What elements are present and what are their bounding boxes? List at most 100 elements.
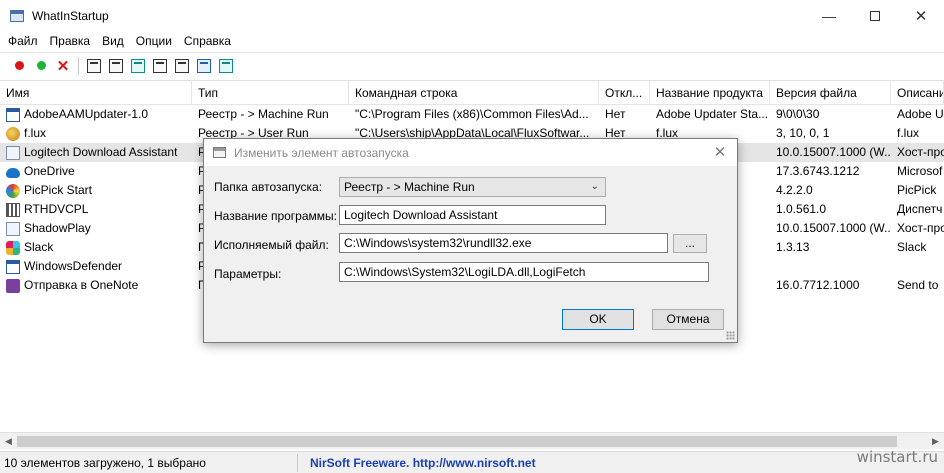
cell-name: ShadowPlay <box>0 219 192 238</box>
toolbar: ✕ <box>0 52 944 78</box>
disable-button[interactable] <box>30 55 52 77</box>
cell-description <box>891 257 944 276</box>
column-header-name[interactable]: Имя <box>0 81 192 105</box>
ok-button[interactable]: OK <box>562 309 634 330</box>
exit-icon <box>219 58 233 73</box>
pick-icon <box>6 183 20 198</box>
minimize-button[interactable]: — <box>806 0 852 31</box>
properties-button[interactable] <box>83 55 105 77</box>
search-button[interactable] <box>193 55 215 77</box>
delete-button[interactable]: ✕ <box>52 55 74 77</box>
program-name-label: Название программы: <box>214 209 337 223</box>
cell-version: 4.2.2.0 <box>776 183 813 197</box>
close-button[interactable]: ✕ <box>898 0 944 31</box>
executable-label: Исполняемый файл: <box>214 238 329 252</box>
exit-button[interactable] <box>215 55 237 77</box>
cell-version: 1.3.13 <box>776 240 810 254</box>
status-bar: 10 элементов загружено, 1 выбрано NirSof… <box>0 451 944 473</box>
delete-icon: ✕ <box>56 57 70 75</box>
maximize-button[interactable] <box>852 0 898 31</box>
cell-name: f.lux <box>0 124 192 143</box>
properties-icon <box>87 58 101 73</box>
column-header-description[interactable]: Описание <box>891 81 944 105</box>
cell-name: RTHDVCPL <box>0 200 192 219</box>
watermark: winstart.ru <box>856 448 938 466</box>
menu-options[interactable]: Опции <box>130 34 178 48</box>
column-header-version[interactable]: Версия файла <box>770 81 891 105</box>
scroll-thumb[interactable] <box>17 436 897 447</box>
cell-name: PicPick Start <box>0 181 192 200</box>
doc-icon <box>6 145 20 160</box>
parameters-label: Параметры: <box>214 267 282 281</box>
disable-icon <box>36 61 46 70</box>
refresh-icon <box>131 58 145 73</box>
scroll-left-icon[interactable]: ◀ <box>0 433 17 450</box>
column-header-disabled[interactable]: Откл... <box>599 81 650 105</box>
executable-field[interactable]: C:\Windows\system32\rundll32.exe <box>339 233 668 253</box>
cell-version: 17.3.6743.1212 <box>776 164 860 178</box>
cell-version: 3, 10, 0, 1 <box>776 126 830 140</box>
cell-description: Хост-про <box>897 221 944 235</box>
toolbar-separator <box>78 56 79 75</box>
copy-button[interactable] <box>149 55 171 77</box>
edit-button[interactable] <box>171 55 193 77</box>
dialog-title-bar: Изменить элемент автозапуска ✕ <box>204 139 737 166</box>
table-row[interactable]: AdobeAAMUpdater-1.0 Реестр - > Machine Ru… <box>0 105 944 124</box>
dialog-title: Изменить элемент автозапуска <box>234 145 409 160</box>
copy-icon <box>153 58 167 73</box>
menu-file[interactable]: Файл <box>2 34 44 48</box>
column-header-product[interactable]: Название продукта <box>650 81 770 105</box>
cell-description: Send to <box>897 278 939 292</box>
cell-description: f.lux <box>897 126 920 140</box>
edit-icon <box>175 58 189 73</box>
save-button[interactable] <box>105 55 127 77</box>
search-icon <box>197 58 211 73</box>
row-name-text: Logitech Download Assistant <box>24 145 178 159</box>
cell-description: Хост-про <box>897 145 944 159</box>
maximize-icon <box>870 10 880 21</box>
window-icon <box>6 259 20 274</box>
horizontal-scrollbar[interactable]: ◀ ▶ <box>0 432 944 449</box>
cancel-button[interactable]: Отмена <box>652 309 724 330</box>
window-title: WhatInStartup <box>32 8 109 23</box>
enable-button[interactable] <box>8 55 30 77</box>
folder-label: Папка автозапуска: <box>214 180 323 194</box>
nirsoft-link[interactable]: NirSoft Freeware. http://www.nirsoft.net <box>298 456 536 470</box>
browse-button[interactable]: ... <box>673 234 707 253</box>
enable-icon <box>14 61 24 70</box>
row-name-text: OneDrive <box>24 164 75 178</box>
cell-description: Microsof <box>897 164 943 178</box>
row-name-text: Slack <box>24 240 54 254</box>
refresh-button[interactable] <box>127 55 149 77</box>
cell-version: 10.0.15007.1000 (W... <box>776 145 891 159</box>
rt-icon <box>6 202 20 217</box>
cell-version: 16.0.7712.1000 <box>776 278 860 292</box>
menu-view[interactable]: Вид <box>96 34 130 48</box>
title-bar: WhatInStartup — ✕ <box>0 0 944 31</box>
dialog-close-button[interactable]: ✕ <box>709 142 731 162</box>
menu-edit[interactable]: Правка <box>44 34 97 48</box>
cell-name: Logitech Download Assistant <box>0 143 192 162</box>
parameters-field[interactable]: C:\Windows\System32\LogiLDA.dll,LogiFetc… <box>339 262 709 282</box>
cell-product: Adobe Updater Sta... <box>656 107 769 121</box>
program-name-field[interactable]: Logitech Download Assistant <box>339 205 606 225</box>
column-header-command[interactable]: Командная строка <box>349 81 599 105</box>
chevron-down-icon: ⌄ <box>590 181 599 192</box>
cell-name: Отправка в OneNote <box>0 276 192 295</box>
cell-command: "C:\Program Files (x86)\Common Files\Ad.… <box>355 107 589 121</box>
cell-name: Slack <box>0 238 192 257</box>
folder-select[interactable]: Реестр - > Machine Run ⌄ <box>339 177 606 197</box>
column-header-type[interactable]: Тип <box>192 81 349 105</box>
cell-description: Adobe U <box>897 107 944 121</box>
cell-description: Slack <box>897 240 927 254</box>
edit-startup-dialog: Изменить элемент автозапуска ✕ Папка авт… <box>203 138 738 343</box>
dialog-window-icon <box>213 147 226 158</box>
cell-version <box>770 257 891 276</box>
row-name-text: Отправка в OneNote <box>24 278 139 292</box>
resize-grip-icon[interactable] <box>726 331 735 340</box>
onenote-icon <box>6 278 20 293</box>
cell-type: Реестр - > Machine Run <box>198 107 329 121</box>
cell-description: PicPick <box>897 183 937 197</box>
window-icon <box>6 107 20 122</box>
menu-help[interactable]: Справка <box>178 34 237 48</box>
